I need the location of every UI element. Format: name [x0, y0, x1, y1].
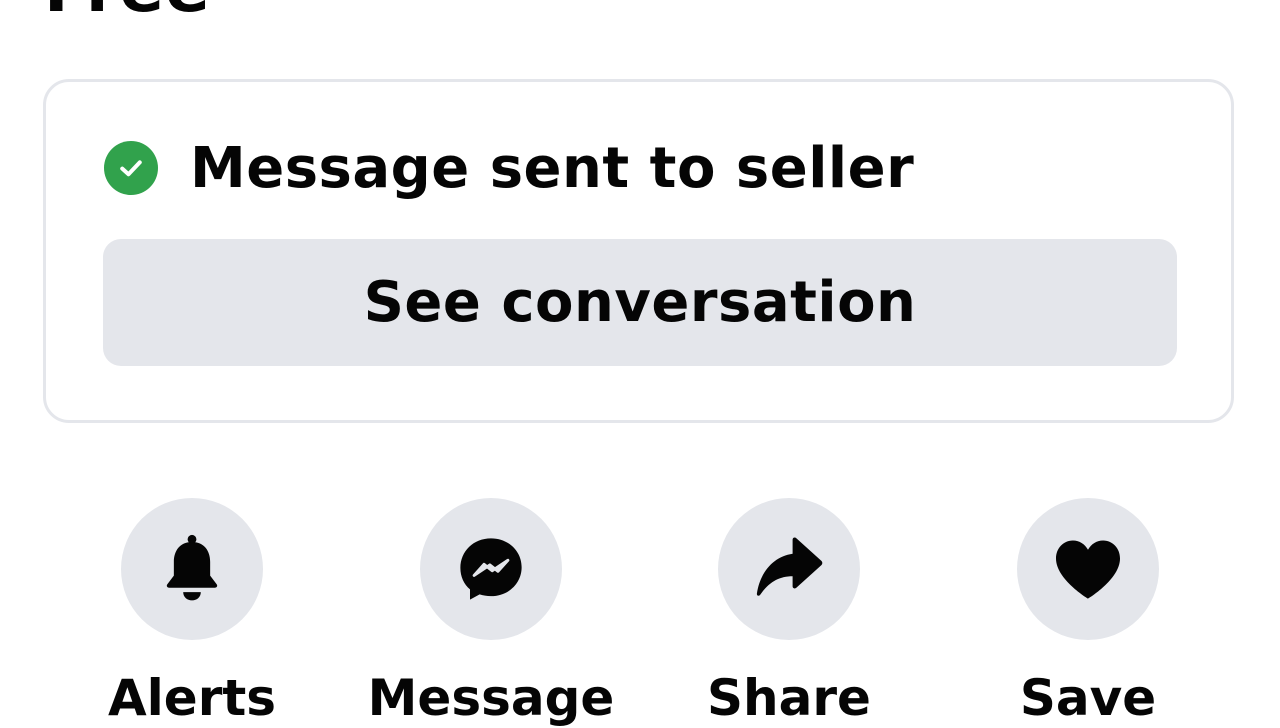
listing-price: Free [44, 0, 211, 22]
message-sent-status: Message sent to seller [104, 135, 914, 201]
alerts-button[interactable]: Alerts [62, 498, 322, 728]
status-text: Message sent to seller [190, 135, 915, 201]
bell-icon [166, 534, 218, 601]
messenger-icon [460, 538, 522, 600]
see-conversation-button[interactable]: See conversation [103, 239, 1177, 366]
message-button[interactable]: Message [361, 498, 621, 728]
heart-icon [1056, 540, 1120, 599]
share-arrow-icon [756, 537, 823, 596]
message-circle[interactable] [420, 498, 562, 640]
alerts-label: Alerts [107, 669, 277, 727]
save-circle[interactable] [1017, 498, 1159, 640]
share-label: Share [707, 669, 871, 727]
alerts-circle[interactable] [121, 498, 263, 640]
share-circle[interactable] [718, 498, 860, 640]
check-circle-icon [104, 141, 158, 195]
share-button[interactable]: Share [659, 498, 919, 728]
save-button[interactable]: Save [958, 498, 1218, 728]
message-label: Message [367, 669, 615, 727]
save-label: Save [1019, 669, 1157, 727]
see-conversation-label: See conversation [363, 270, 917, 335]
